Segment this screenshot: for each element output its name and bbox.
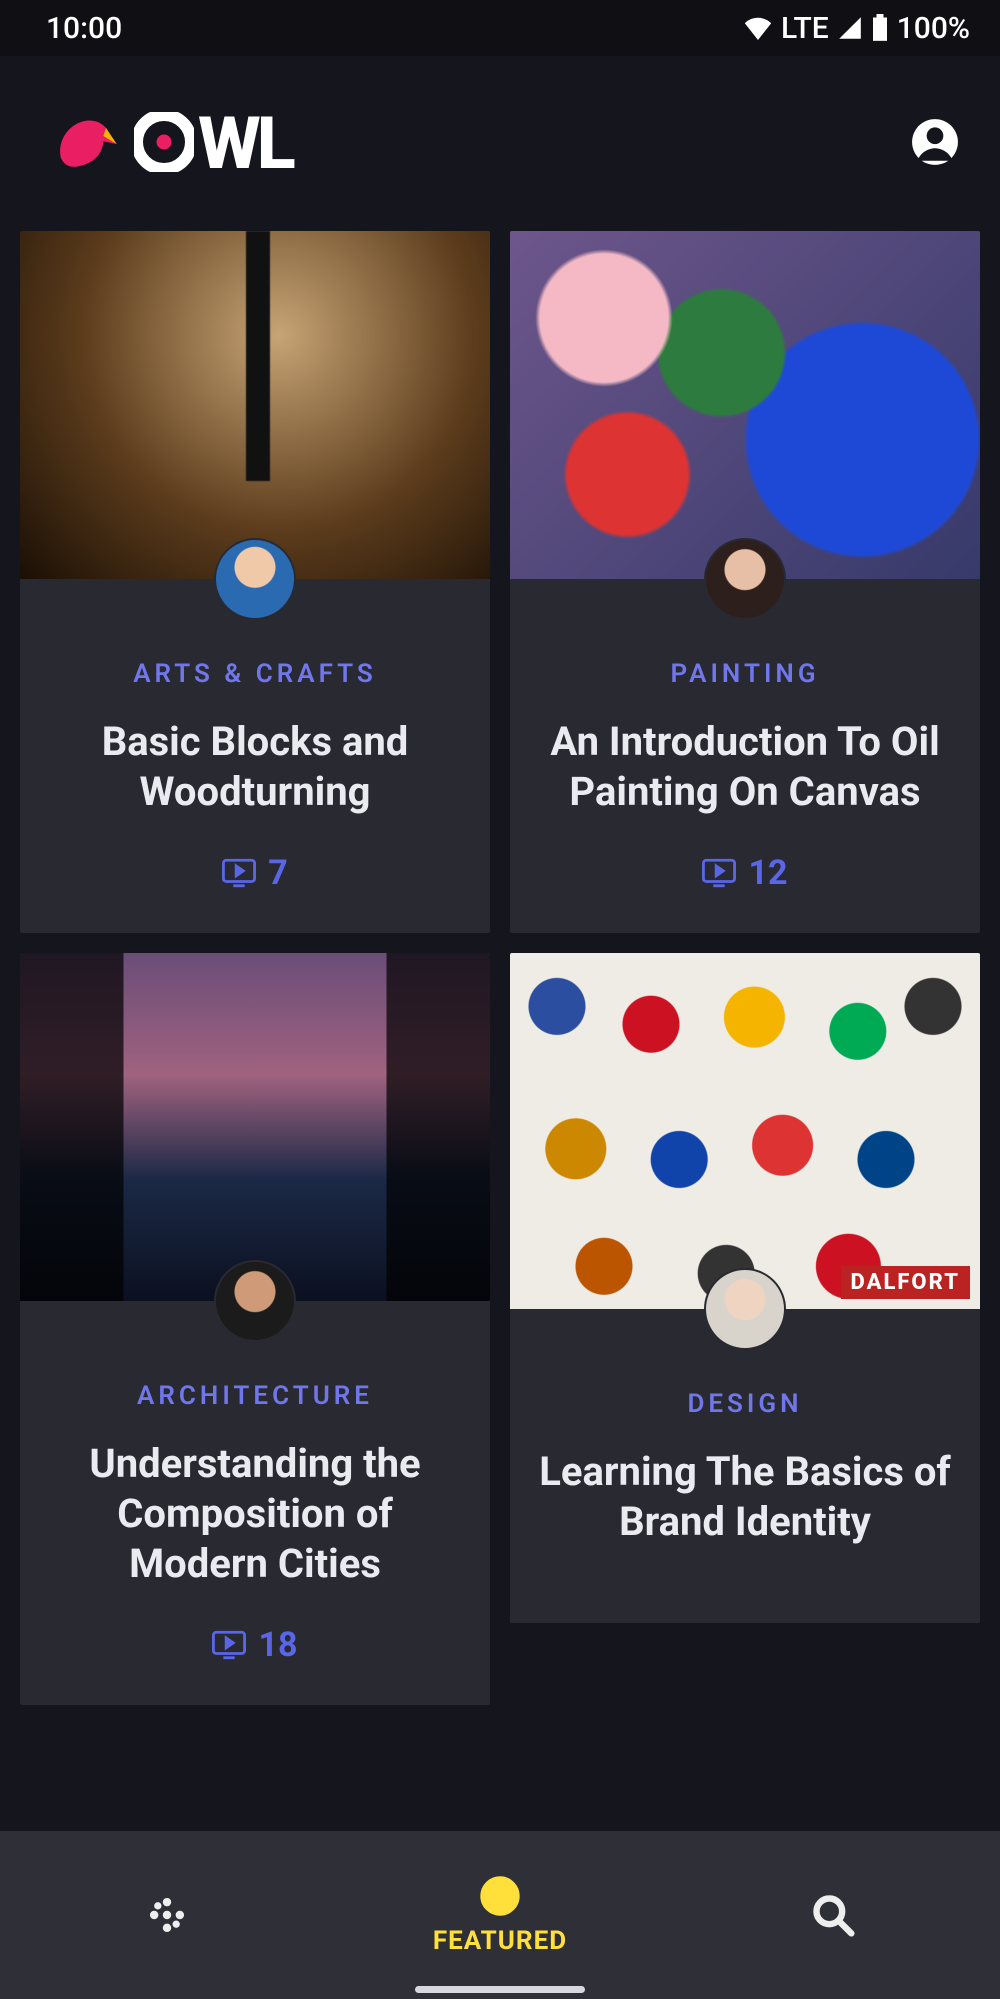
- course-thumbnail: [20, 231, 490, 579]
- instructor-avatar[interactable]: [214, 1260, 296, 1342]
- lesson-count-value: 18: [258, 1625, 297, 1665]
- home-indicator[interactable]: [415, 1986, 585, 1993]
- video-icon: [702, 856, 736, 890]
- nav-featured[interactable]: FEATURED: [333, 1831, 666, 1999]
- course-title: Understanding the Composition of Modern …: [44, 1439, 466, 1589]
- grid-dots-icon: [145, 1893, 189, 1937]
- status-bar: 10:00 LTE 100%: [0, 0, 1000, 56]
- instructor-avatar[interactable]: [704, 1268, 786, 1350]
- status-network: LTE: [781, 11, 829, 46]
- lesson-count: 12: [702, 853, 787, 893]
- lesson-count-value: 7: [268, 853, 288, 893]
- target-icon: [478, 1874, 522, 1918]
- course-thumbnail: [510, 231, 980, 579]
- grid-col-right: PAINTING An Introduction To Oil Painting…: [510, 231, 980, 1831]
- bottom-nav: FEATURED: [0, 1831, 1000, 1999]
- nav-search[interactable]: [667, 1831, 1000, 1999]
- course-title: An Introduction To Oil Painting On Canva…: [534, 717, 956, 817]
- course-card[interactable]: PAINTING An Introduction To Oil Painting…: [510, 231, 980, 933]
- course-card[interactable]: DESIGN Learning The Basics of Brand Iden…: [510, 953, 980, 1623]
- app-logo[interactable]: WL: [50, 104, 292, 184]
- course-thumbnail: [20, 953, 490, 1301]
- app-header: WL: [0, 56, 1000, 231]
- course-category: ARTS & CRAFTS: [133, 659, 377, 689]
- course-category: ARCHITECTURE: [137, 1381, 373, 1411]
- course-card[interactable]: ARTS & CRAFTS Basic Blocks and Woodturni…: [20, 231, 490, 933]
- course-title: Learning The Basics of Brand Identity: [534, 1447, 956, 1547]
- profile-button[interactable]: [910, 117, 960, 171]
- nav-featured-label: FEATURED: [433, 1926, 567, 1956]
- course-card[interactable]: ARCHITECTURE Understanding the Compositi…: [20, 953, 490, 1705]
- course-category: PAINTING: [670, 659, 819, 689]
- course-category: DESIGN: [687, 1389, 802, 1419]
- wifi-icon: [743, 16, 773, 40]
- cellular-icon: [837, 16, 863, 40]
- logo-o-icon: [134, 112, 194, 176]
- lesson-count-value: 12: [748, 853, 787, 893]
- course-title: Basic Blocks and Woodturning: [44, 717, 466, 817]
- battery-icon: [871, 14, 889, 42]
- video-icon: [222, 856, 256, 890]
- search-icon: [811, 1893, 855, 1937]
- lesson-count: 7: [222, 853, 288, 893]
- lesson-count: 18: [212, 1625, 297, 1665]
- grid-col-left: ARTS & CRAFTS Basic Blocks and Woodturni…: [20, 231, 490, 1831]
- instructor-avatar[interactable]: [704, 538, 786, 620]
- instructor-avatar[interactable]: [214, 538, 296, 620]
- status-right: LTE 100%: [743, 11, 970, 46]
- owl-logo-icon: [50, 104, 130, 184]
- course-thumbnail: [510, 953, 980, 1309]
- video-icon: [212, 1628, 246, 1662]
- status-time: 10:00: [46, 11, 122, 46]
- logo-text: WL: [198, 108, 292, 180]
- course-grid: ARTS & CRAFTS Basic Blocks and Woodturni…: [0, 231, 1000, 1831]
- nav-browse[interactable]: [0, 1831, 333, 1999]
- status-battery: 100%: [897, 11, 970, 46]
